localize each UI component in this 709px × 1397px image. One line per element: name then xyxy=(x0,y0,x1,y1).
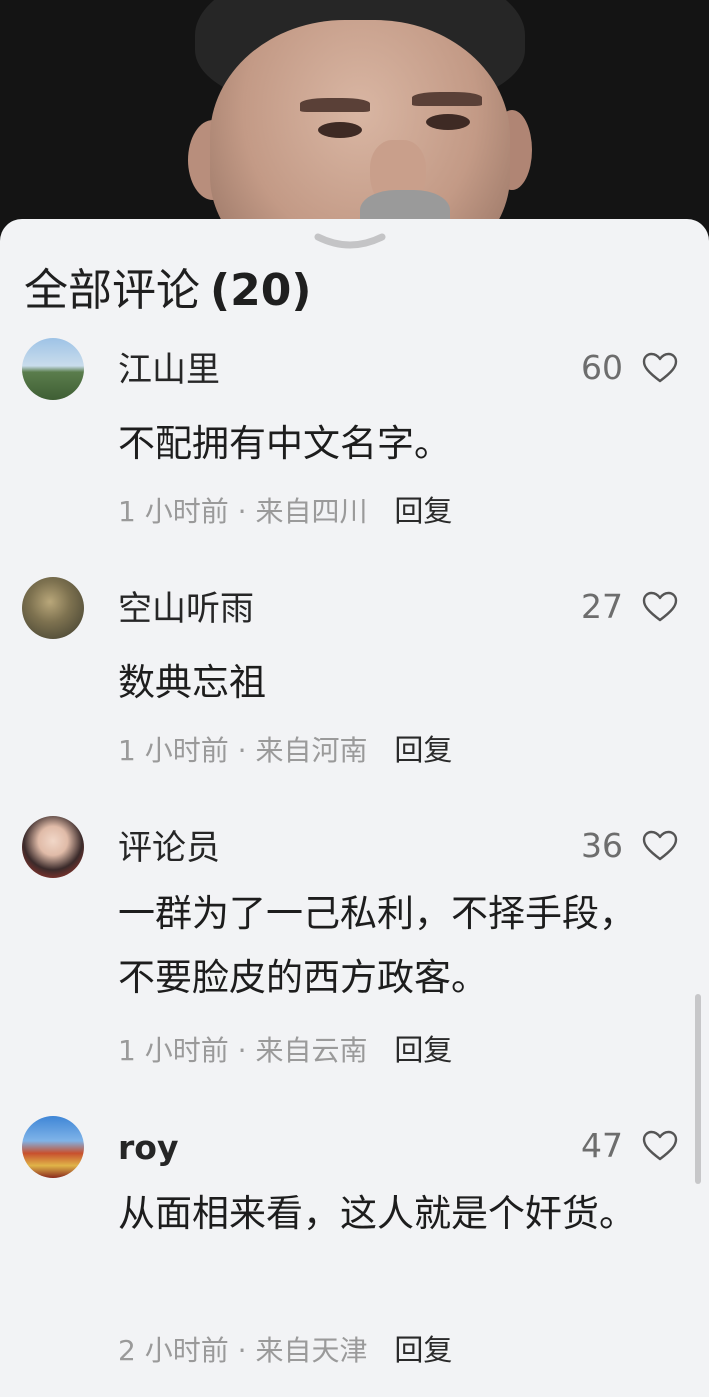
comment-meta: 2 小时前 · 来自天津 回复 xyxy=(118,1330,452,1370)
meta-separator: · xyxy=(237,495,247,528)
avatar[interactable] xyxy=(22,1116,84,1178)
like-count: 27 xyxy=(581,587,623,626)
heart-outline-icon[interactable] xyxy=(642,591,678,623)
avatar[interactable] xyxy=(22,577,84,639)
comment-meta: 1 小时前 · 来自河南 回复 xyxy=(118,730,452,770)
scrollbar[interactable] xyxy=(695,994,701,1184)
meta-separator: · xyxy=(237,1034,247,1067)
like-count: 60 xyxy=(581,348,623,387)
meta-separator: · xyxy=(237,1334,247,1367)
article-photo xyxy=(0,0,709,240)
comment-username[interactable]: roy xyxy=(118,1126,178,1170)
comments-title: 全部评论 xyxy=(24,265,200,316)
comment-username[interactable]: 江山里 xyxy=(118,348,220,392)
comment-text: 一群为了一己私利，不择手段，不要脸皮的西方政客。 xyxy=(118,892,636,999)
heart-outline-icon[interactable] xyxy=(642,830,678,862)
comment-time: 1 小时前 xyxy=(118,495,229,528)
reply-button[interactable]: 回复 xyxy=(394,494,452,528)
comment-meta: 1 小时前 · 来自云南 回复 xyxy=(118,1030,452,1070)
comment-text: 从面相来看，这人就是个奸货。 xyxy=(118,1192,636,1235)
comment-location: 来自天津 xyxy=(255,1334,368,1367)
meta-separator: · xyxy=(237,734,247,767)
heart-outline-icon[interactable] xyxy=(642,1130,678,1162)
chevron-down-icon[interactable] xyxy=(314,231,386,255)
comment-text: 不配拥有中文名字。 xyxy=(118,422,451,465)
comment-location: 来自河南 xyxy=(255,734,368,767)
like-count: 36 xyxy=(581,826,623,865)
reply-button[interactable]: 回复 xyxy=(394,1033,452,1067)
comments-sheet: 全部评论 (20) 江山里 60 不配拥有中文名字。 1 小时前 · 来自四川 回… xyxy=(0,219,709,1397)
comment-location: 来自云南 xyxy=(255,1034,368,1067)
heart-outline-icon[interactable] xyxy=(642,352,678,384)
comment-username[interactable]: 评论员 xyxy=(118,826,220,870)
comment-text: 数典忘祖 xyxy=(118,661,266,704)
comment-time: 1 小时前 xyxy=(118,734,229,767)
comments-header: 全部评论 (20) xyxy=(24,261,311,321)
avatar[interactable] xyxy=(22,338,84,400)
reply-button[interactable]: 回复 xyxy=(394,1333,452,1367)
like-count: 47 xyxy=(581,1126,623,1165)
reply-button[interactable]: 回复 xyxy=(394,733,452,767)
comment-time: 2 小时前 xyxy=(118,1334,229,1367)
comments-count: (20) xyxy=(210,265,312,316)
comment-meta: 1 小时前 · 来自四川 回复 xyxy=(118,491,452,531)
avatar[interactable] xyxy=(22,816,84,878)
comment-location: 来自四川 xyxy=(255,495,368,528)
comment-username[interactable]: 空山听雨 xyxy=(118,587,254,631)
comment-time: 1 小时前 xyxy=(118,1034,229,1067)
